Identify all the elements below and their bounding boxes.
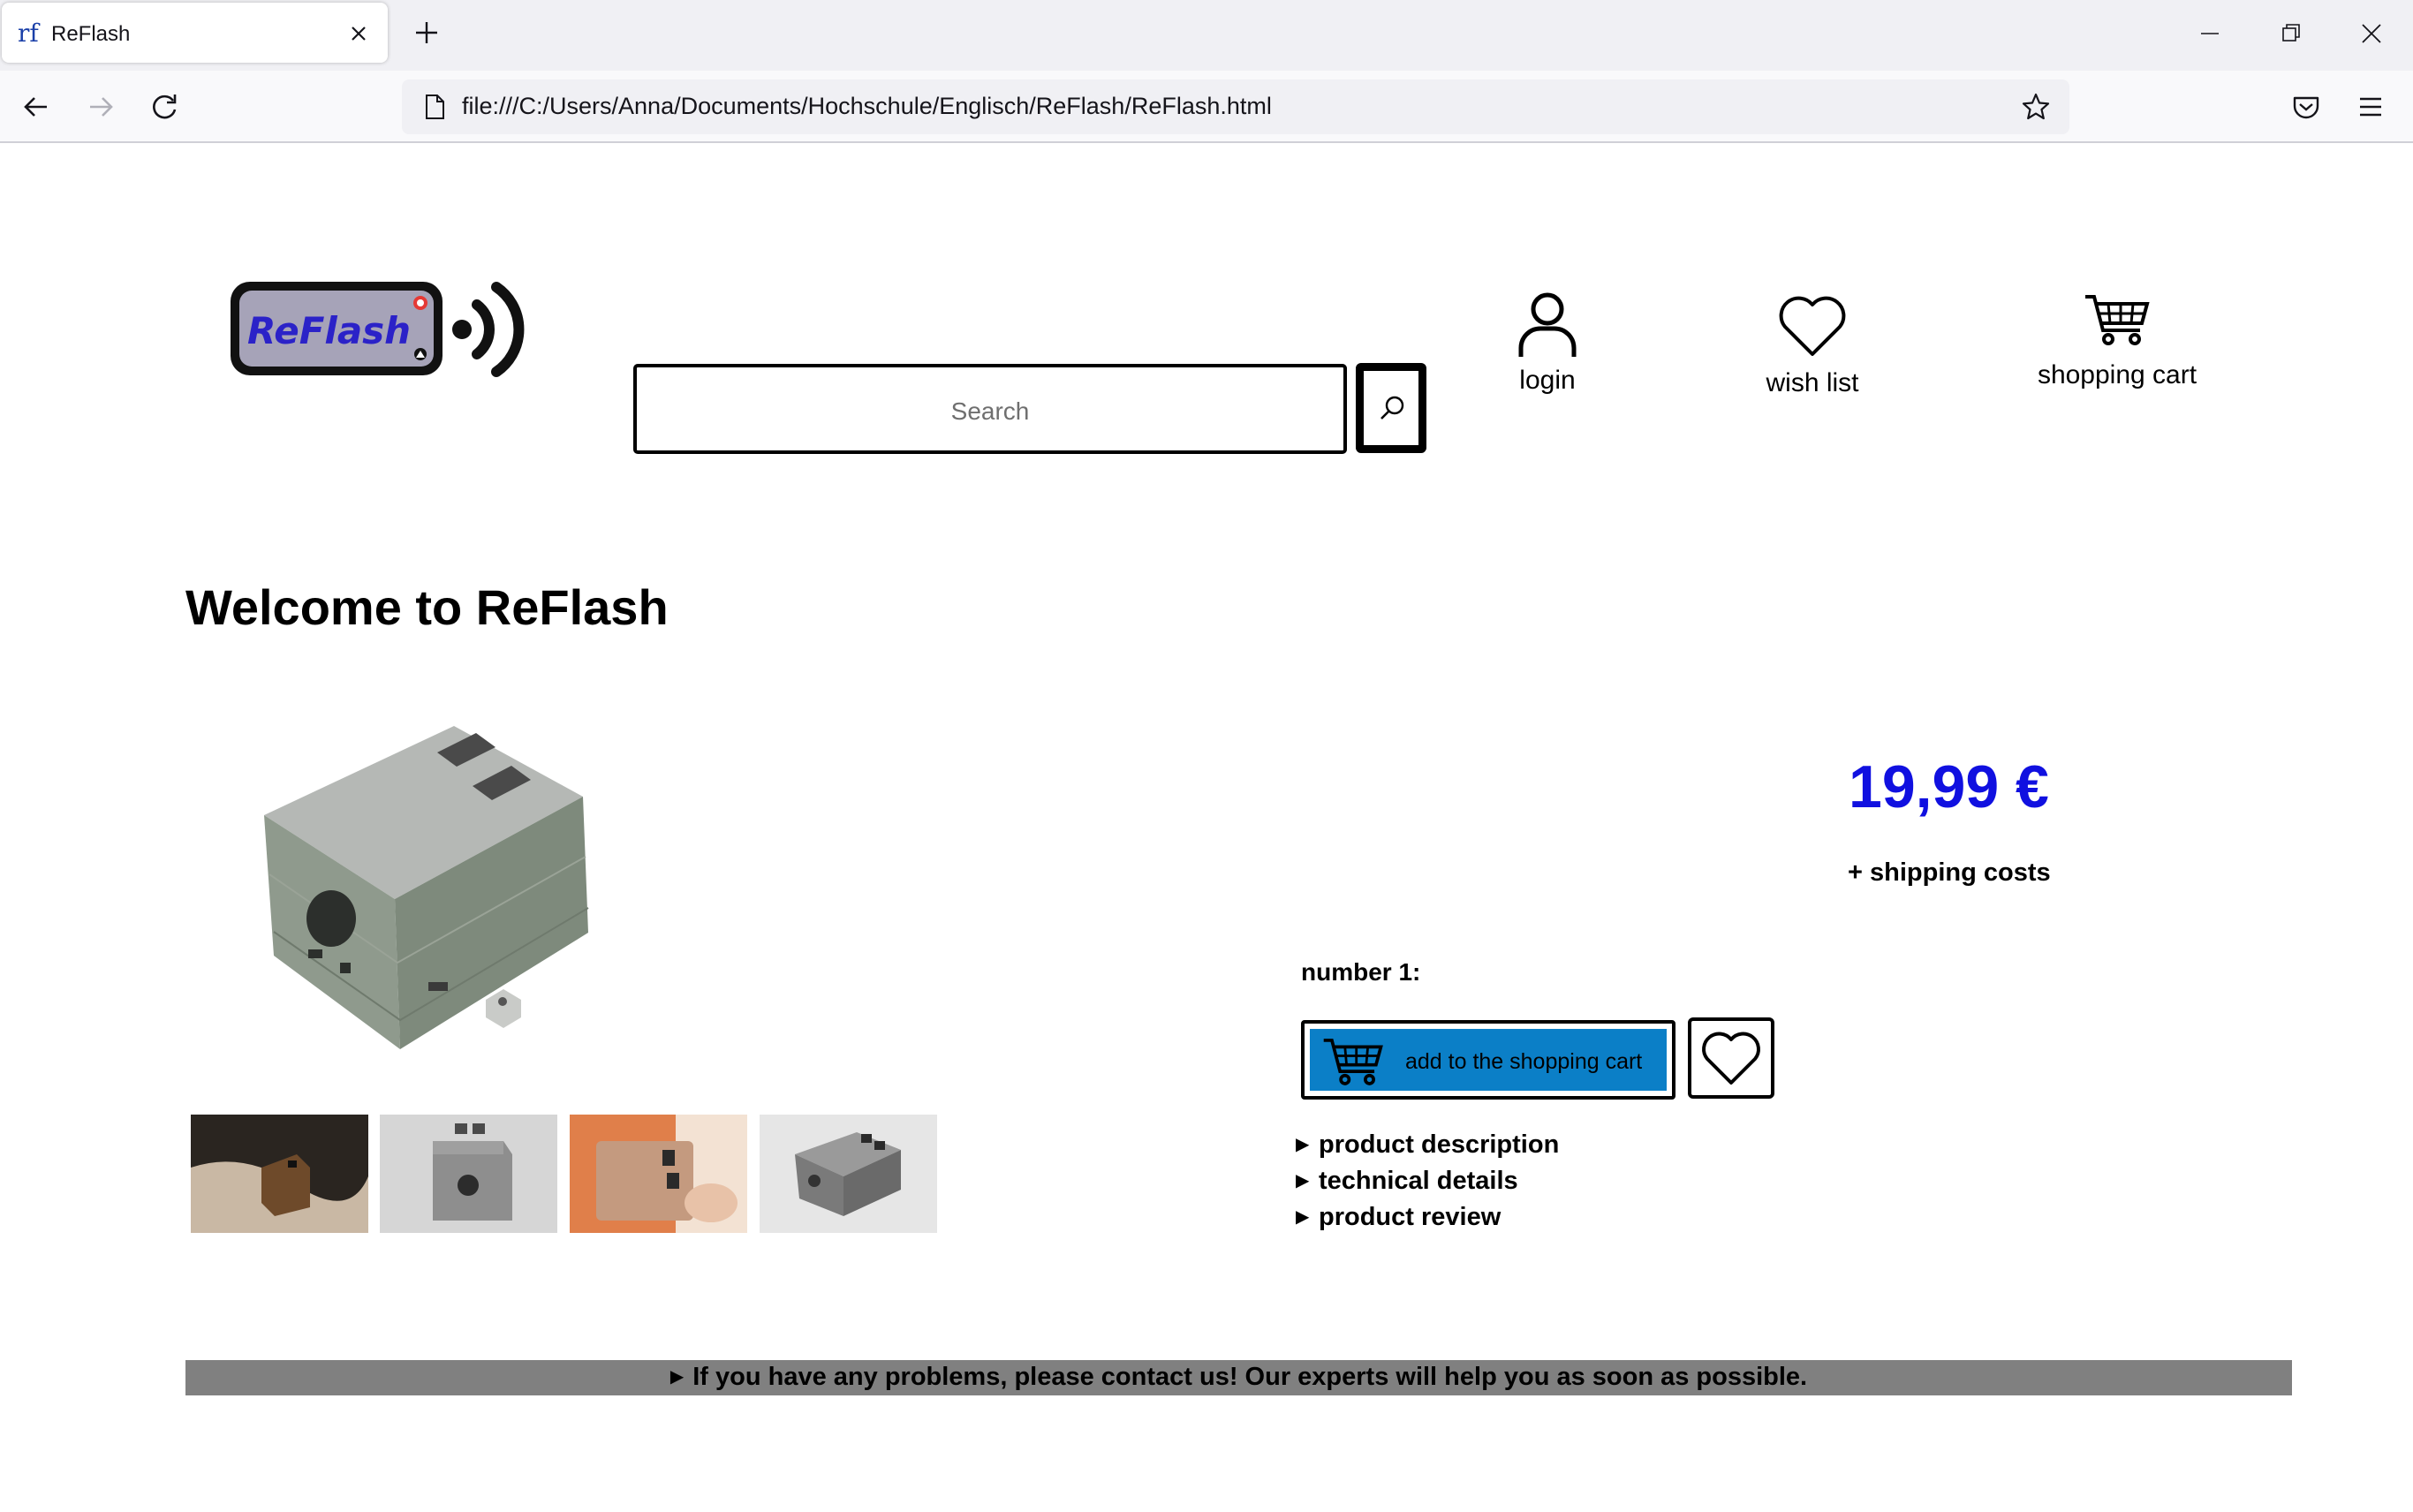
page-icon	[426, 94, 444, 119]
browser-tab[interactable]: rf ReFlash	[2, 3, 388, 63]
back-icon[interactable]	[18, 88, 55, 125]
detail-label: product review	[1319, 1203, 1502, 1231]
add-to-cart-label: add to the shopping cart	[1405, 1049, 1643, 1074]
expand-triangle-icon: ▶	[669, 1367, 685, 1387]
quantity-label: number 1:	[1301, 958, 1421, 986]
search-placeholder: Search	[950, 397, 1030, 425]
detail-technical-details[interactable]: ▶ technical details	[1296, 1167, 1559, 1203]
menu-icon[interactable]	[2352, 88, 2389, 125]
product-thumbnail-2[interactable]	[380, 1115, 557, 1233]
browser-tab-strip: rf ReFlash	[0, 0, 2413, 71]
forward-icon[interactable]	[82, 88, 119, 125]
login-label: login	[1519, 366, 1576, 395]
add-to-wishlist-button[interactable]	[1688, 1017, 1774, 1099]
reflash-logo[interactable]: ReFlash	[225, 269, 543, 389]
detail-product-description[interactable]: ▶ product description	[1296, 1130, 1559, 1167]
product-details-list: ▶ product description ▶ technical details …	[1296, 1130, 1559, 1239]
shopping-cart-label: shopping cart	[2037, 360, 2197, 389]
product-thumbnail-3[interactable]	[570, 1115, 747, 1233]
logo-wordmark: ReFlash	[247, 309, 411, 352]
expand-triangle-icon: ▶	[1296, 1135, 1310, 1154]
contact-notice-text: If you have any problems, please contact…	[692, 1363, 1808, 1391]
shipping-costs: + shipping costs	[1848, 858, 2051, 887]
contact-notice-bar[interactable]: ▶ If you have any problems, please contac…	[185, 1360, 2292, 1395]
wish-list-label: wish list	[1766, 368, 1859, 397]
add-to-cart-button[interactable]: add to the shopping cart	[1301, 1020, 1675, 1100]
detail-label: product description	[1319, 1130, 1560, 1159]
restore-icon[interactable]	[2273, 16, 2309, 51]
url-bar[interactable]: file:///C:/Users/Anna/Documents/Hochschu…	[402, 79, 2069, 134]
reload-icon[interactable]	[146, 88, 183, 125]
user-icon	[1518, 292, 1577, 357]
detail-product-review[interactable]: ▶ product review	[1296, 1203, 1559, 1239]
favicon-icon: rf	[18, 19, 39, 48]
page-title: Welcome to ReFlash	[185, 579, 669, 635]
url-text: file:///C:/Users/Anna/Documents/Hochschu…	[462, 93, 1272, 119]
pocket-icon[interactable]	[2288, 88, 2325, 125]
product-thumbnail-4[interactable]	[760, 1115, 937, 1233]
heart-icon	[1702, 1032, 1760, 1085]
wish-list-link[interactable]: wish list	[1753, 294, 1872, 398]
expand-triangle-icon: ▶	[1296, 1171, 1310, 1191]
shopping-cart-link[interactable]: shopping cart	[2031, 291, 2203, 390]
login-link[interactable]: login	[1506, 290, 1589, 396]
cart-icon	[2085, 295, 2150, 345]
search-input[interactable]: Search	[633, 364, 1347, 454]
close-window-icon[interactable]	[2354, 16, 2389, 51]
product-thumbnail-1[interactable]	[191, 1115, 368, 1233]
heart-icon	[1779, 296, 1846, 356]
tab-title: ReFlash	[51, 22, 131, 46]
cart-icon	[1323, 1039, 1383, 1085]
minimize-icon[interactable]	[2192, 16, 2228, 51]
product-main-image	[252, 715, 605, 1060]
product-price: 19,99 €	[1849, 753, 2049, 820]
new-tab-icon[interactable]	[412, 18, 442, 48]
browser-nav-bar: file:///C:/Users/Anna/Documents/Hochschu…	[0, 71, 2413, 143]
bookmark-star-icon[interactable]	[2020, 91, 2052, 123]
search-icon	[1380, 396, 1404, 420]
expand-triangle-icon: ▶	[1296, 1207, 1310, 1227]
detail-label: technical details	[1319, 1167, 1518, 1195]
search-button[interactable]	[1356, 363, 1426, 453]
close-tab-icon[interactable]	[345, 20, 372, 47]
